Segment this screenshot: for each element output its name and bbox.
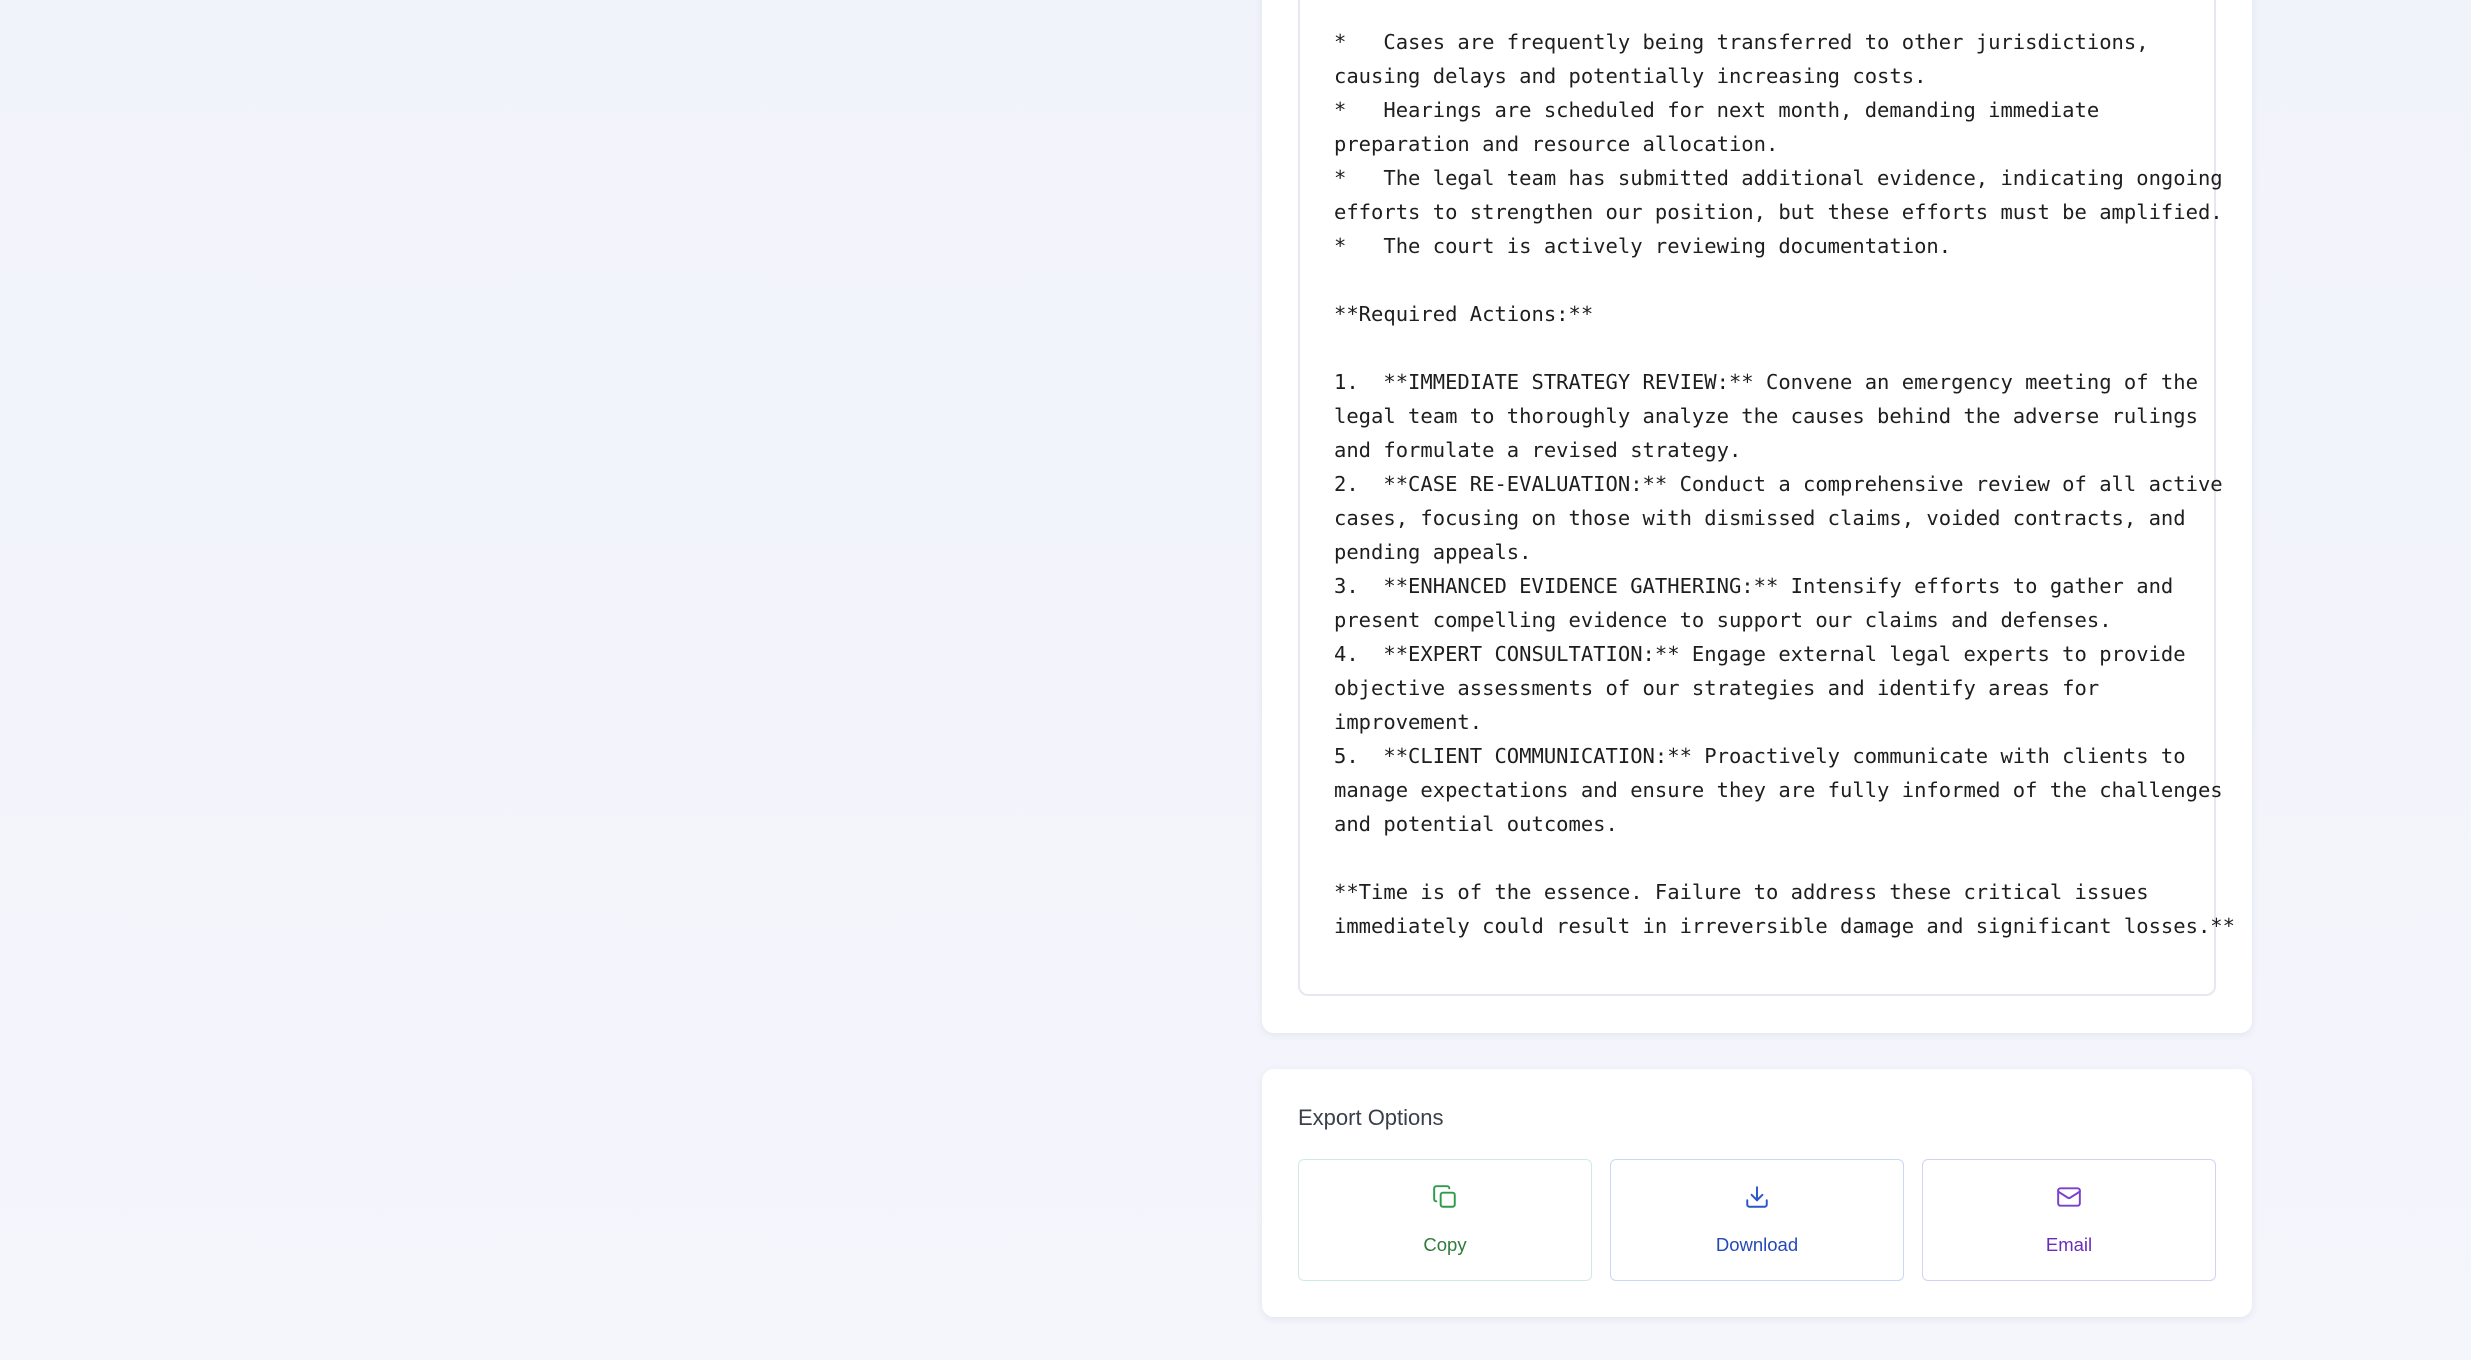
report-line: * Hearings are scheduled for next month,…	[1334, 98, 2100, 122]
report-line: improvement.	[1334, 710, 1483, 734]
report-output-box: * Cases are frequently being transferred…	[1298, 0, 2235, 996]
report-line: * Cases are frequently being transferred…	[1334, 30, 2149, 54]
report-line: immediately could result in irreversible…	[1334, 914, 2235, 938]
report-line: causing delays and potentially increasin…	[1334, 64, 1927, 88]
report-line: objective assessments of our strategies …	[1334, 676, 2100, 700]
report-line: and potential outcomes.	[1334, 812, 1618, 836]
report-card: * Cases are frequently being transferred…	[1262, 0, 2252, 1033]
export-options-card: Export Options Copy Download Email	[1262, 1069, 2252, 1317]
download-button[interactable]: Download	[1610, 1159, 1904, 1281]
copy-icon	[1433, 1185, 1456, 1208]
report-line: 3. **ENHANCED EVIDENCE GATHERING:** Inte…	[1334, 574, 2174, 598]
email-button[interactable]: Email	[1922, 1159, 2216, 1281]
report-line: cases, focusing on those with dismissed …	[1334, 506, 2186, 530]
report-line: 2. **CASE RE-EVALUATION:** Conduct a com…	[1334, 472, 2223, 496]
copy-button-label: Copy	[1423, 1234, 1467, 1255]
mail-icon	[2057, 1187, 2081, 1207]
report-line: and formulate a revised strategy.	[1334, 438, 1742, 462]
report-line: pending appeals.	[1334, 540, 1532, 564]
report-line: present compelling evidence to support o…	[1334, 608, 2112, 632]
report-line: 5. **CLIENT COMMUNICATION:** Proactively…	[1334, 744, 2186, 768]
report-line: 1. **IMMEDIATE STRATEGY REVIEW:** Conven…	[1334, 370, 2198, 394]
report-line: 4. **EXPERT CONSULTATION:** Engage exter…	[1334, 642, 2186, 666]
report-line: * The court is actively reviewing docume…	[1334, 234, 1952, 258]
report-line: efforts to strengthen our position, but …	[1334, 200, 2223, 224]
report-line: **Time is of the essence. Failure to add…	[1334, 880, 2149, 904]
copy-button[interactable]: Copy	[1298, 1159, 1592, 1281]
report-line: **Required Actions:**	[1334, 302, 1594, 326]
download-icon	[1746, 1186, 1768, 1208]
email-button-label: Email	[2045, 1234, 2093, 1255]
report-line: manage expectations and ensure they are …	[1334, 778, 2223, 802]
report-line: legal team to thoroughly analyze the cau…	[1334, 404, 2198, 428]
report-text: * Cases are frequently being transferred…	[1334, 25, 2235, 943]
download-button-label: Download	[1715, 1234, 1799, 1255]
report-line: preparation and resource allocation.	[1334, 132, 1779, 156]
report-line: * The legal team has submitted additiona…	[1334, 166, 2223, 190]
export-options-title: Export Options	[1298, 1105, 1444, 1130]
